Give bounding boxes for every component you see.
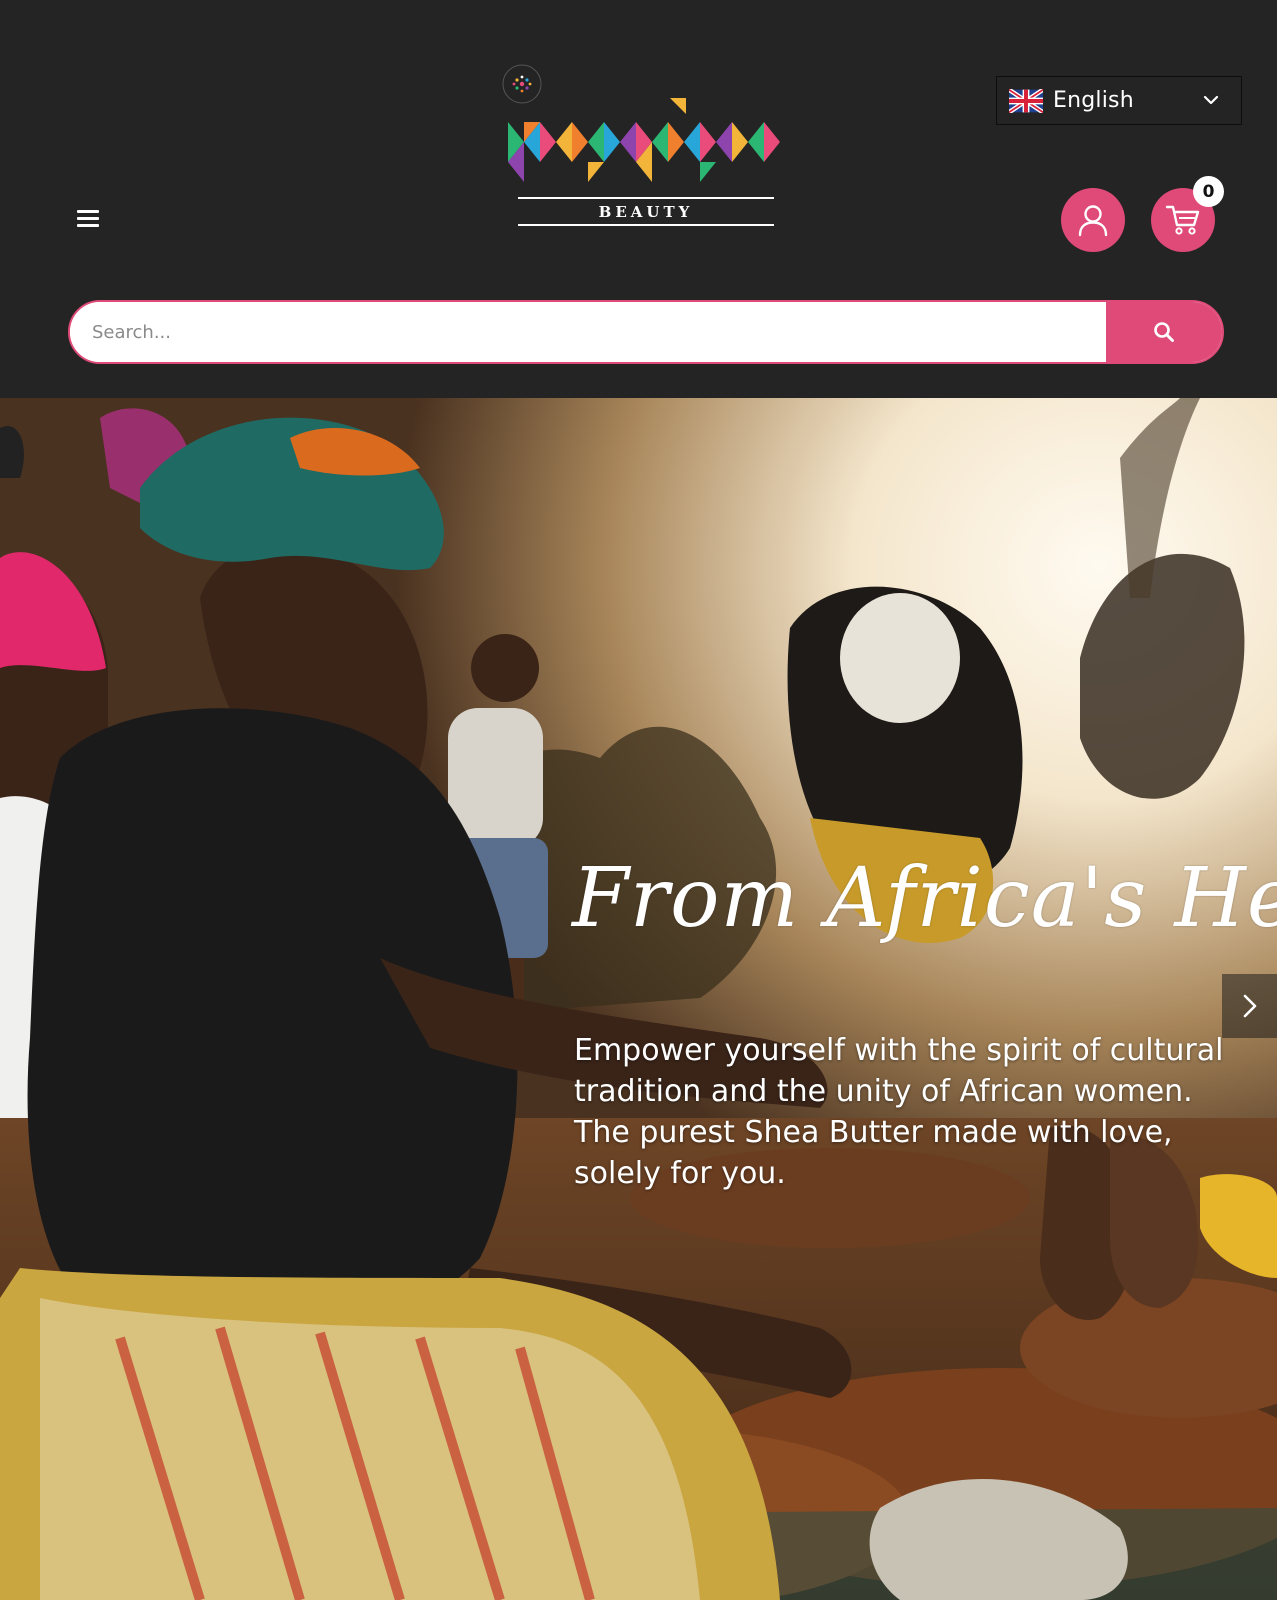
search-icon: [1154, 322, 1174, 342]
language-selector[interactable]: English: [996, 76, 1242, 125]
logo-subtitle: BEAUTY: [598, 203, 694, 221]
uk-flag-icon: [1009, 88, 1043, 113]
user-icon: [1078, 205, 1108, 237]
logo-rule-bottom: [518, 224, 774, 226]
chevron-right-icon: [1243, 994, 1256, 1018]
hero-title: From Africa's Heart: [572, 851, 1277, 946]
brand-logo[interactable]: BEAUTY: [490, 58, 790, 233]
menu-button[interactable]: [74, 206, 102, 230]
logo-rule-top: [518, 197, 774, 199]
hamburger-icon-bar: [77, 217, 99, 220]
hero-description-line: The purest Shea Butter made with love,: [574, 1115, 1173, 1150]
hamburger-icon-bar: [77, 224, 99, 227]
account-button[interactable]: [1061, 188, 1125, 252]
site-header: English BEAUTY 0 Search...: [0, 0, 1277, 398]
search-input[interactable]: [70, 302, 1106, 362]
hero-slider: From Africa's Heart Empower yourself wit…: [0, 398, 1277, 1600]
hamburger-icon-bar: [77, 210, 99, 213]
hero-photo: [0, 398, 1277, 1600]
hero-description-line: tradition and the unity of African women…: [574, 1074, 1193, 1109]
page: English BEAUTY 0 Search... From Africa's…: [0, 0, 1277, 1600]
hero-description: Empower yourself with the spirit of cult…: [574, 1030, 1274, 1194]
language-label: English: [1053, 88, 1134, 113]
chevron-down-icon: [1203, 95, 1219, 105]
cart-icon: [1165, 205, 1200, 235]
cart-count-badge: 0: [1193, 176, 1224, 207]
hero-description-line: Empower yourself with the spirit of cult…: [574, 1033, 1224, 1068]
search-button[interactable]: [1106, 302, 1222, 362]
slider-next-button[interactable]: [1222, 974, 1277, 1038]
imagine-wordmark-logo: [502, 64, 780, 182]
search-bar: [68, 300, 1224, 364]
hero-description-line: solely for you.: [574, 1156, 786, 1191]
